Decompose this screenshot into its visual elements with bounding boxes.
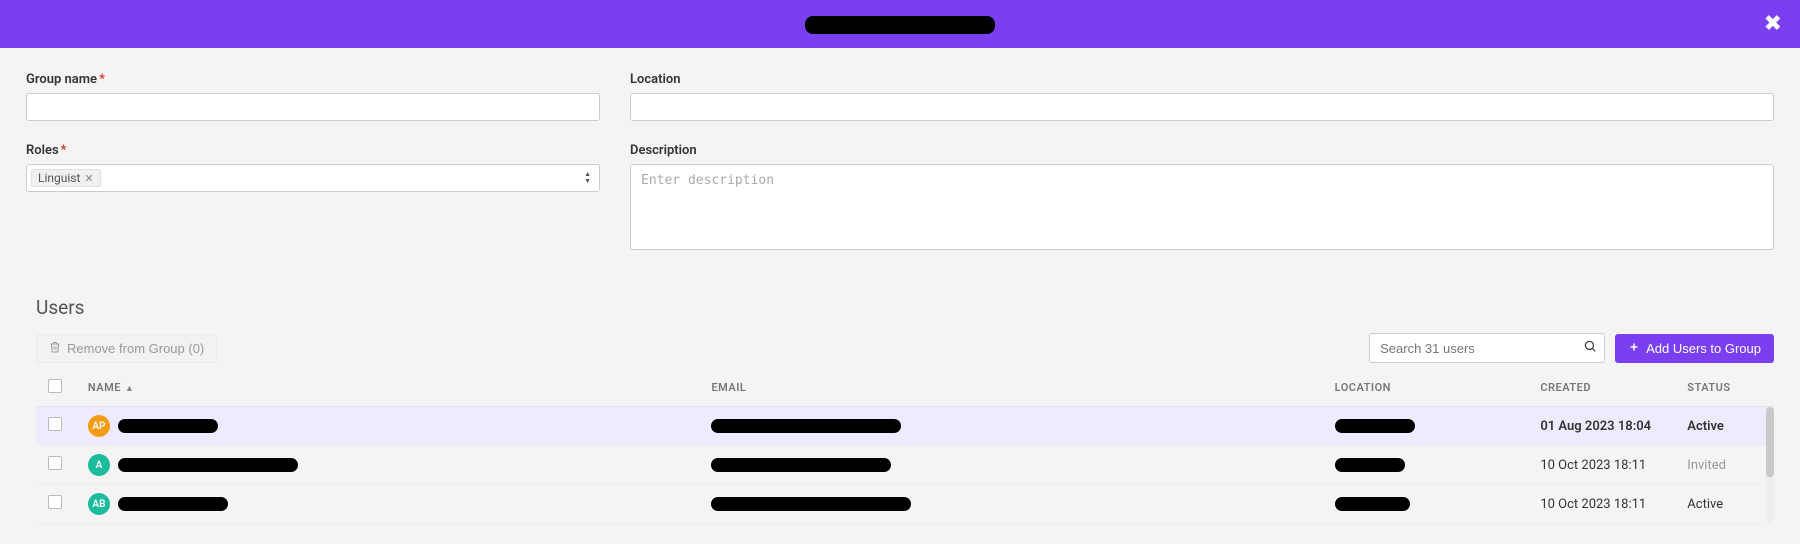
user-location: [1323, 446, 1529, 485]
user-status: Active: [1675, 407, 1774, 446]
search-icon[interactable]: [1583, 339, 1597, 357]
search-users-wrap: [1369, 333, 1605, 363]
group-name-input[interactable]: [26, 93, 600, 121]
col-header-created[interactable]: CREATED: [1528, 369, 1675, 407]
chevron-sort-icon[interactable]: [584, 171, 591, 185]
user-name: [118, 458, 298, 473]
avatar: AP: [88, 415, 110, 437]
col-header-email[interactable]: EMAIL: [699, 369, 1322, 407]
role-tag-remove-icon[interactable]: ✕: [84, 172, 93, 185]
scrollbar-track[interactable]: [1766, 407, 1774, 524]
trash-icon: [49, 341, 61, 356]
users-toolbar: Remove from Group (0) Add Users to Group: [36, 333, 1774, 363]
group-name-label: Group name*: [26, 72, 600, 87]
roles-label: Roles*: [26, 143, 600, 158]
add-users-label: Add Users to Group: [1646, 341, 1761, 356]
location-label: Location: [630, 72, 1774, 87]
users-section: Users Remove from Group (0): [0, 296, 1800, 524]
user-created: 01 Aug 2023 18:04: [1528, 407, 1675, 446]
group-form: Group name* Roles* Linguist ✕ Loc: [0, 48, 1800, 276]
location-field: Location: [630, 72, 1774, 121]
roles-select[interactable]: Linguist ✕: [26, 164, 600, 192]
role-tag-label: Linguist: [38, 171, 80, 185]
table-row[interactable]: AP 01 Aug 2023 18:04Active: [36, 407, 1774, 446]
search-users-input[interactable]: [1369, 333, 1605, 363]
col-header-name[interactable]: NAME▲: [76, 369, 700, 407]
row-checkbox[interactable]: [48, 456, 62, 470]
users-table: NAME▲ EMAIL LOCATION CREATED STATUS AP 01…: [36, 369, 1774, 524]
remove-from-group-button[interactable]: Remove from Group (0): [36, 334, 217, 363]
row-checkbox[interactable]: [48, 495, 62, 509]
plus-icon: [1628, 341, 1640, 356]
avatar: A: [88, 454, 110, 476]
avatar: AB: [88, 493, 110, 515]
col-header-status[interactable]: STATUS: [1675, 369, 1774, 407]
role-tag: Linguist ✕: [31, 169, 101, 187]
user-name: [118, 419, 218, 434]
user-created: 10 Oct 2023 18:11: [1528, 446, 1675, 485]
modal-title: [805, 14, 995, 34]
location-input[interactable]: [630, 93, 1774, 121]
user-name: [118, 497, 228, 512]
description-label: Description: [630, 143, 1774, 158]
user-status: Invited: [1675, 446, 1774, 485]
add-users-button[interactable]: Add Users to Group: [1615, 334, 1774, 363]
table-row[interactable]: AB 10 Oct 2023 18:11Active: [36, 485, 1774, 524]
sort-asc-icon: ▲: [125, 384, 134, 394]
remove-button-label: Remove from Group (0): [67, 341, 204, 356]
description-textarea[interactable]: [630, 164, 1774, 250]
group-name-field: Group name*: [26, 72, 600, 121]
user-location: [1323, 407, 1529, 446]
scrollbar-thumb[interactable]: [1766, 407, 1774, 477]
users-table-wrap: NAME▲ EMAIL LOCATION CREATED STATUS AP 01…: [36, 369, 1774, 524]
roles-field: Roles* Linguist ✕: [26, 143, 600, 192]
col-header-location[interactable]: LOCATION: [1323, 369, 1529, 407]
user-status: Active: [1675, 485, 1774, 524]
description-field: Description: [630, 143, 1774, 254]
close-icon[interactable]: ✖: [1764, 12, 1782, 37]
row-checkbox[interactable]: [48, 417, 62, 431]
user-created: 10 Oct 2023 18:11: [1528, 485, 1675, 524]
user-location: [1323, 485, 1529, 524]
user-email: [699, 446, 1322, 485]
modal-header: ✖: [0, 0, 1800, 48]
select-all-checkbox[interactable]: [48, 379, 62, 393]
user-email: [699, 407, 1322, 446]
users-heading: Users: [36, 296, 1774, 319]
user-email: [699, 485, 1322, 524]
table-row[interactable]: A 10 Oct 2023 18:11Invited: [36, 446, 1774, 485]
